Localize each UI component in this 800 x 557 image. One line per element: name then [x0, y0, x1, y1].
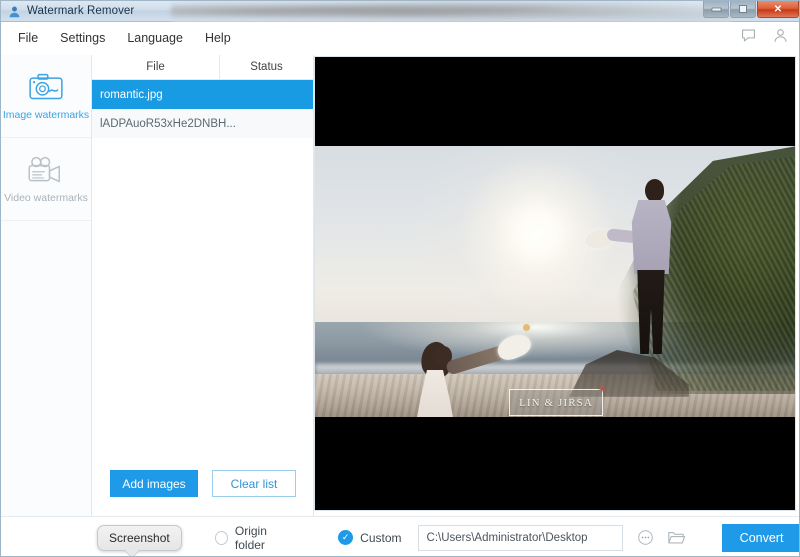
file-name-cell: lADPAuoR53xHe2DNBH...	[100, 117, 236, 130]
origin-folder-label: Origin folder	[234, 523, 267, 552]
file-list-panel: File Status romantic.jpg lADPAuoR53xHe2D…	[92, 55, 314, 516]
column-header-file: File	[92, 55, 220, 79]
menu-file[interactable]: File	[9, 27, 47, 49]
add-images-button[interactable]: Add images	[110, 470, 198, 497]
maximize-button[interactable]	[730, 1, 756, 18]
preview-photo[interactable]: LIN & JIRSA	[315, 146, 795, 417]
header-icon-group	[739, 26, 789, 44]
convert-button[interactable]: Convert	[722, 523, 799, 552]
titlebar-background-blur	[171, 1, 731, 22]
photo-man-head	[645, 179, 664, 202]
sidebar-item-label: Video watermarks	[4, 192, 88, 204]
sidebar: Image watermarks Video watermarks	[1, 55, 92, 516]
sidebar-item-video-watermarks[interactable]: Video watermarks	[1, 138, 91, 221]
convert-label: Convert	[739, 530, 784, 545]
menu-help[interactable]: Help	[196, 27, 240, 49]
custom-folder-label: Custom	[360, 530, 402, 545]
sidebar-item-image-watermarks[interactable]: Image watermarks	[1, 55, 91, 138]
more-options-icon[interactable]	[637, 528, 655, 548]
watermark-selection-box[interactable]: LIN & JIRSA	[509, 385, 606, 416]
menu-bar: File Settings Language Help	[1, 22, 799, 55]
screenshot-tooltip: Screenshot	[97, 525, 182, 556]
custom-folder-radio[interactable]: ✓ Custom	[338, 530, 402, 545]
file-list-actions: Add images Clear list	[92, 470, 314, 497]
clear-list-label: Clear list	[230, 476, 278, 491]
window-title: Watermark Remover	[27, 5, 135, 17]
file-name-cell: romantic.jpg	[100, 88, 163, 101]
open-folder-icon[interactable]	[667, 528, 685, 548]
menu-language[interactable]: Language	[118, 27, 192, 49]
watermark-text: LIN & JIRSA	[519, 396, 593, 409]
file-list-rows: romantic.jpg lADPAuoR53xHe2DNBH...	[92, 80, 313, 138]
photo-man-shirt	[631, 200, 672, 274]
table-row[interactable]: lADPAuoR53xHe2DNBH...	[92, 109, 313, 138]
origin-folder-radio[interactable]: Origin folder	[215, 524, 294, 552]
tooltip-bubble: Screenshot	[97, 525, 182, 551]
radio-selected-check-icon: ✓	[338, 530, 354, 545]
clear-list-button[interactable]: Clear list	[212, 470, 296, 497]
column-header-status: Status	[250, 61, 283, 73]
account-user-icon[interactable]	[771, 26, 789, 44]
app-user-avatar-icon	[7, 4, 21, 18]
title-bar: Watermark Remover ✕	[1, 1, 799, 22]
photo-ball	[523, 324, 530, 331]
table-row[interactable]: romantic.jpg	[92, 80, 313, 109]
camera-icon	[26, 71, 66, 103]
close-icon: ✕	[773, 3, 783, 15]
image-preview-panel[interactable]: LIN & JIRSA	[314, 56, 796, 511]
output-path-input[interactable]	[417, 524, 623, 551]
radio-unselected-icon	[215, 530, 228, 545]
close-button[interactable]: ✕	[757, 1, 799, 18]
sidebar-item-label: Image watermarks	[2, 109, 90, 121]
minimize-button[interactable]	[703, 1, 729, 18]
feedback-chat-icon[interactable]	[739, 26, 757, 44]
add-images-label: Add images	[122, 476, 186, 491]
menu-settings[interactable]: Settings	[51, 27, 114, 49]
window-controls: ✕	[702, 1, 799, 20]
video-camera-icon	[26, 154, 66, 186]
tooltip-text: Screenshot	[109, 531, 170, 545]
file-list-header: File Status	[92, 55, 313, 80]
tooltip-tail	[125, 550, 139, 556]
app-window: Watermark Remover ✕ File Settings Langua…	[0, 0, 800, 557]
